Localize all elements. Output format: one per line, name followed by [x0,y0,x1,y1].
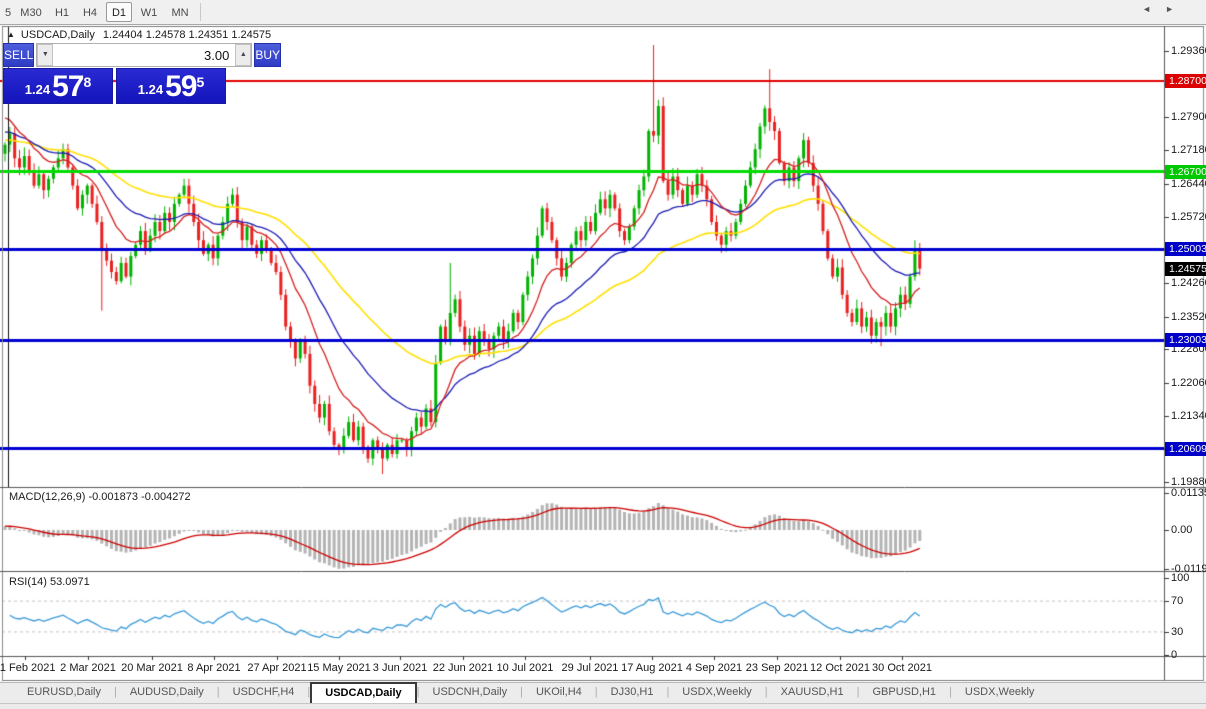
price-tick-label: 1.24260 [1171,277,1206,289]
chart-symbol-label: USDCAD,Daily [21,29,95,41]
chart-tab-usdcad-3[interactable]: USDCAD,Daily [310,682,416,703]
chart-tab-usdx-10[interactable]: USDX,Weekly [952,683,1047,703]
buy-price-pip: 5 [196,75,204,89]
chart-tab-ukoil-5[interactable]: UKOil,H4 [523,683,595,703]
chart-tab-audusd-1[interactable]: AUDUSD,Daily [117,683,217,703]
timeframe-button-m30[interactable]: M30 [16,2,46,22]
chart-tab-dj30-6[interactable]: DJ30,H1 [598,683,667,703]
timeframe-button-5[interactable]: 5 [2,2,14,22]
volume-increase-icon[interactable]: ▲ [235,44,251,66]
price-tick-label: 1.23520 [1171,311,1206,323]
price-tick-label: 1.26440 [1171,178,1206,190]
price-badge-1.20609: 1.20609 [1165,442,1206,456]
price-tick-label: 1.21340 [1171,410,1206,422]
price-chart-canvas[interactable] [0,26,1206,681]
chart-window: ▲ USDCAD,Daily 1.24404 1.24578 1.24351 1.2… [0,26,1206,681]
rsi-indicator-label: RSI(14) 53.0971 [9,576,90,588]
toolbar-separator [200,3,201,21]
chart-title: ▲ USDCAD,Daily 1.24404 1.24578 1.24351 1.2… [7,29,271,43]
buy-button[interactable]: BUY [254,43,281,67]
price-badge-1.25003: 1.25003 [1165,242,1206,256]
chart-tab-usdchf-2[interactable]: USDCHF,H4 [220,683,308,703]
timeframe-toolbar: 5M30H1H4D1W1MN [0,0,1206,25]
price-badge-1.26700: 1.26700 [1165,165,1206,179]
price-tick-label: 1.29360 [1171,45,1206,57]
price-badge-1.28700: 1.28700 [1165,74,1206,88]
chart-tab-bar: EURUSD,Daily|AUDUSD,Daily|USDCHF,H4|USDC… [0,682,1206,703]
macd-tick-label: 0.00 [1171,524,1192,536]
timeframe-button-h4[interactable]: H4 [78,2,102,22]
sell-price-prefix: 1.24 [25,78,50,102]
volume-stepper: ▼ ▲ [36,43,252,67]
chart-tab-eurusd-0[interactable]: EURUSD,Daily [14,683,114,703]
buy-price-main: 59 [165,72,196,102]
volume-decrease-icon[interactable]: ▼ [37,44,53,66]
status-bar [0,703,1206,709]
volume-input[interactable] [53,44,235,66]
one-click-trade-panel: SELL ▼ ▲ BUY 1.24 57 8 1.24 59 5 [3,43,226,104]
chart-tab-usdx-7[interactable]: USDX,Weekly [669,683,764,703]
rsi-tick-label: 30 [1171,626,1183,638]
tab-scroll-arrows: ◄► [1142,4,1188,14]
price-tick-label: 1.27900 [1171,111,1206,123]
macd-tick-label: 0.01135 [1171,487,1206,499]
macd-indicator-label: MACD(12,26,9) -0.001873 -0.004272 [9,491,191,503]
chart-ohlc-values: 1.24404 1.24578 1.24351 1.24575 [103,29,271,41]
price-tick-label: 1.25720 [1171,211,1206,223]
date-tick-label: 30 Oct 2021 [862,662,942,674]
price-tick-label: 1.27180 [1171,144,1206,156]
buy-price-box[interactable]: 1.24 59 5 [116,68,226,104]
chart-tab-usdcnh-4[interactable]: USDCNH,Daily [420,683,521,703]
buy-price-prefix: 1.24 [138,78,163,102]
timeframe-button-mn[interactable]: MN [166,2,194,22]
sell-price-pip: 8 [83,75,91,89]
rsi-tick-label: 0 [1171,649,1177,661]
rsi-tick-label: 100 [1171,572,1189,584]
chart-tab-xauusd-8[interactable]: XAUUSD,H1 [768,683,857,703]
collapse-triangle-icon[interactable]: ▲ [7,30,15,39]
price-tick-label: 1.22060 [1171,377,1206,389]
sell-price-main: 57 [52,72,83,102]
chart-tab-gbpusd-9[interactable]: GBPUSD,H1 [859,683,949,703]
sell-price-box[interactable]: 1.24 57 8 [3,68,113,104]
price-badge-1.23003: 1.23003 [1165,333,1206,347]
timeframe-button-w1[interactable]: W1 [136,2,162,22]
timeframe-button-h1[interactable]: H1 [50,2,74,22]
timeframe-button-d1[interactable]: D1 [106,2,132,22]
price-badge-1.24575: 1.24575 [1165,262,1206,276]
rsi-tick-label: 70 [1171,595,1183,607]
sell-button[interactable]: SELL [3,43,34,67]
scroll-right-icon[interactable]: ► [1165,4,1188,14]
scroll-left-icon[interactable]: ◄ [1142,4,1165,14]
